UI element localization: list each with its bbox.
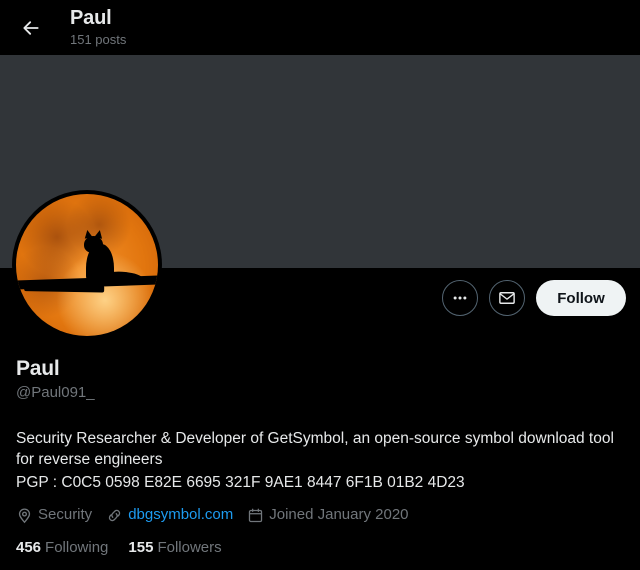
- profile-metadata: Security dbgsymbol.com Joined January 20…: [16, 505, 409, 525]
- location-text: Security: [38, 506, 93, 523]
- top-bar-text: Paul 151 posts: [70, 7, 126, 48]
- post-count: 151 posts: [70, 32, 127, 47]
- message-button[interactable]: [489, 280, 525, 316]
- following-stat[interactable]: 456 Following: [16, 538, 108, 558]
- profile-actions: Follow: [442, 280, 626, 316]
- profile-identity: Paul @Paul091_: [16, 356, 636, 403]
- top-navigation-bar: Paul 151 posts: [0, 0, 640, 55]
- display-name: Paul: [16, 357, 60, 380]
- profile-stats: 456 Following 155 Followers: [16, 538, 222, 558]
- website-item[interactable]: dbgsymbol.com: [106, 505, 233, 525]
- followers-count: 155: [128, 539, 154, 556]
- joined-item: Joined January 2020: [247, 505, 409, 525]
- followers-label: Followers: [157, 539, 222, 556]
- location-item: Security: [16, 505, 92, 525]
- following-label: Following: [45, 539, 109, 556]
- page-title: Paul: [70, 7, 112, 29]
- ellipsis-icon: [451, 289, 469, 307]
- follow-button[interactable]: Follow: [536, 280, 626, 316]
- location-pin-icon: [16, 507, 33, 524]
- following-count: 456: [16, 539, 42, 556]
- calendar-icon: [247, 507, 264, 524]
- back-button[interactable]: [12, 9, 50, 47]
- followers-stat[interactable]: 155 Followers: [128, 538, 221, 558]
- bio-pgp-fingerprint: PGP : C0C5 0598 E82E 6695 321F 9AE1 8447…: [16, 474, 465, 491]
- avatar-image: [16, 194, 158, 336]
- more-options-button[interactable]: [442, 280, 478, 316]
- profile-bio: Security Researcher & Developer of GetSy…: [16, 428, 631, 493]
- user-handle: @Paul091_: [16, 384, 95, 401]
- avatar[interactable]: [12, 190, 162, 340]
- website-link[interactable]: dbgsymbol.com: [128, 505, 233, 525]
- back-arrow-icon: [21, 18, 41, 38]
- link-icon: [106, 507, 123, 524]
- joined-text: Joined January 2020: [269, 506, 409, 523]
- bio-description: Security Researcher & Developer of GetSy…: [16, 430, 619, 468]
- envelope-icon: [498, 289, 516, 307]
- profile-screen: Paul 151 posts Follow Paul @Paul091_ Sec…: [0, 0, 640, 570]
